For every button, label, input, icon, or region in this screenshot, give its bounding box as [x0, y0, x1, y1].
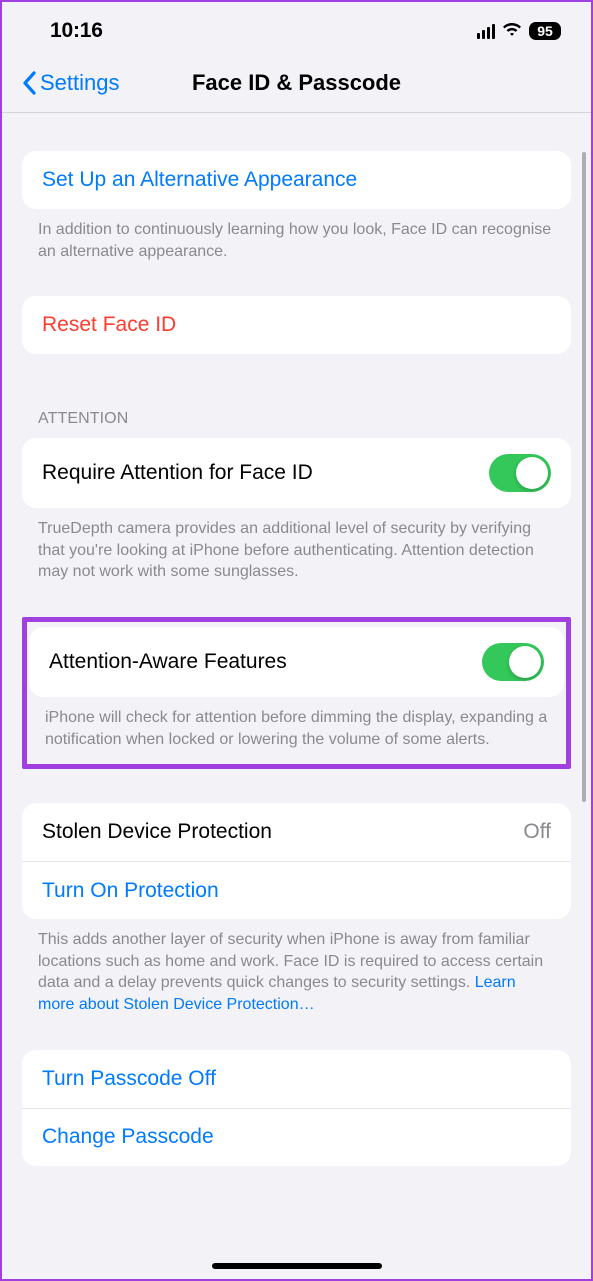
reset-face-id-label: Reset Face ID [42, 313, 176, 337]
status-icons: 95 [477, 21, 562, 42]
require-attention-footer: TrueDepth camera provides an additional … [2, 508, 591, 583]
back-button[interactable]: Settings [22, 70, 120, 96]
battery-level-badge: 95 [529, 22, 561, 40]
status-time: 10:16 [50, 19, 103, 43]
require-attention-label: Require Attention for Face ID [42, 461, 313, 485]
cellular-signal-icon [477, 24, 496, 39]
wifi-icon [502, 21, 522, 42]
attention-aware-row[interactable]: Attention-Aware Features [29, 627, 564, 697]
attention-aware-footer: iPhone will check for attention before d… [27, 697, 566, 750]
attention-aware-toggle[interactable] [482, 643, 544, 681]
setup-alternative-label: Set Up an Alternative Appearance [42, 168, 357, 192]
setup-alternative-appearance-row[interactable]: Set Up an Alternative Appearance [22, 151, 571, 209]
stolen-device-footer-text: This adds another layer of security when… [38, 931, 543, 991]
highlight-attention-aware: Attention-Aware Features iPhone will che… [22, 617, 571, 769]
turn-passcode-off-label: Turn Passcode Off [42, 1067, 216, 1091]
home-indicator[interactable] [212, 1263, 382, 1269]
stolen-device-label: Stolen Device Protection [42, 820, 272, 844]
setup-alternative-footer: In addition to continuously learning how… [2, 209, 591, 262]
require-attention-row[interactable]: Require Attention for Face ID [22, 438, 571, 508]
turn-passcode-off-row[interactable]: Turn Passcode Off [22, 1050, 571, 1108]
change-passcode-row[interactable]: Change Passcode [22, 1108, 571, 1166]
stolen-device-value: Off [523, 820, 551, 844]
status-bar: 10:16 95 [2, 2, 591, 56]
require-attention-toggle[interactable] [489, 454, 551, 492]
attention-section-header: ATTENTION [2, 410, 591, 438]
stolen-device-protection-row[interactable]: Stolen Device Protection Off [22, 803, 571, 861]
reset-face-id-row[interactable]: Reset Face ID [22, 296, 571, 354]
page-title: Face ID & Passcode [192, 70, 401, 96]
turn-on-protection-row[interactable]: Turn On Protection [22, 861, 571, 919]
change-passcode-label: Change Passcode [42, 1125, 214, 1149]
turn-on-protection-label: Turn On Protection [42, 879, 219, 903]
stolen-device-footer: This adds another layer of security when… [2, 919, 591, 1015]
back-label: Settings [40, 70, 120, 96]
navigation-header: Settings Face ID & Passcode [2, 56, 591, 113]
scrollbar[interactable] [582, 152, 586, 802]
attention-aware-label: Attention-Aware Features [49, 650, 287, 674]
chevron-left-icon [22, 71, 36, 95]
settings-content: Set Up an Alternative Appearance In addi… [2, 151, 591, 1206]
